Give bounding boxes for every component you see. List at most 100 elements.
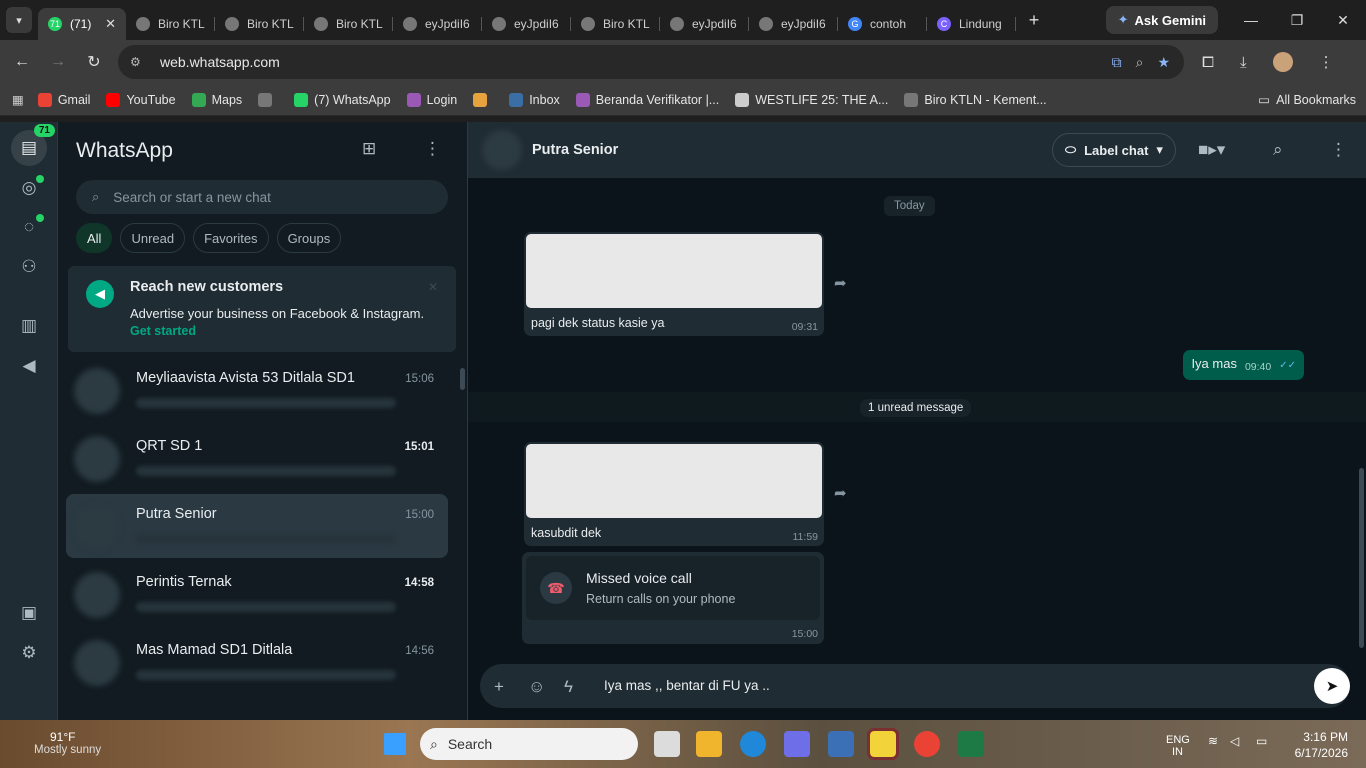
zoom-icon[interactable]: ⌕ (1136, 54, 1144, 71)
sticky-notes-icon[interactable] (867, 728, 899, 760)
file-explorer-icon[interactable] (696, 731, 722, 757)
battery-icon[interactable]: ▭ (1256, 734, 1267, 748)
forward-icon[interactable]: ➦ (834, 274, 847, 292)
quick-reply-icon[interactable]: ϟ (564, 677, 573, 697)
clock[interactable]: 3:16 PM 6/17/2026 (1295, 729, 1348, 761)
conversation-header[interactable]: Putra Senior (468, 122, 1366, 178)
wifi-icon[interactable]: ≋ (1208, 734, 1218, 748)
get-started-link[interactable]: Get started (130, 324, 196, 338)
tray-lang[interactable]: ENG IN (1166, 734, 1190, 758)
new-chat-icon[interactable]: ⊞ (362, 139, 376, 159)
chat-row[interactable]: Mas Mamad SD1 Ditlala 14:56 (66, 630, 448, 694)
ads-nav-icon[interactable]: ◀ (16, 353, 42, 379)
bookmark-item[interactable]: Maps (191, 92, 242, 107)
address-bar[interactable]: ⚙ web.whatsapp.com ⧉ ⌕ ★ (118, 45, 1184, 79)
weather-widget[interactable]: 91°F Mostly sunny (20, 730, 101, 756)
contact-avatar[interactable] (482, 130, 522, 170)
bookmark-star-icon[interactable]: ★ (1157, 54, 1170, 71)
edge-icon[interactable] (740, 731, 766, 757)
bookmark-item[interactable]: Login (406, 92, 457, 107)
back-button[interactable]: ← (4, 53, 40, 71)
close-tab-icon[interactable]: ✕ (105, 16, 116, 32)
close-icon[interactable]: ✕ (428, 280, 438, 294)
message-input[interactable]: Iya mas ,, bentar di FU ya .. (604, 678, 770, 693)
chat-row[interactable]: Meyliaavista Avista 53 Ditlala SD1 15:06 (66, 358, 448, 422)
message-input-box[interactable]: + ☺ ϟ Iya mas ,, bentar di FU ya .. (480, 664, 1350, 708)
conversation-scrollbar[interactable] (1359, 468, 1364, 648)
bookmark-item[interactable]: YouTube (106, 92, 176, 107)
browser-tab[interactable]: eyJpdiI6 (393, 8, 482, 40)
bookmark-item[interactable]: Inbox (509, 92, 560, 107)
missed-call-card[interactable]: ☎ Missed voice call Return calls on your… (526, 556, 820, 620)
chat-row[interactable]: QRT SD 1 15:01 (66, 426, 448, 490)
communities-nav-icon[interactable]: ⚇ (16, 254, 42, 280)
video-call-icon[interactable]: ■▸▾ (1198, 140, 1225, 160)
chrome-icon[interactable] (914, 731, 940, 757)
media-nav-icon[interactable]: ▣ (16, 600, 42, 626)
menu-icon[interactable]: ⋮ (424, 139, 441, 159)
bookmark-item[interactable]: Biro KTLN - Kement... (904, 92, 1047, 107)
browser-tab[interactable]: Biro KTL (304, 8, 393, 40)
filter-chip[interactable]: All (76, 223, 113, 253)
outgoing-message[interactable]: Iya mas 09:40 ✓✓ (1183, 350, 1304, 380)
extensions-icon[interactable]: ⧠ (1202, 54, 1214, 71)
bookmark-item[interactable]: (7) WhatsApp (294, 92, 391, 107)
chat-row[interactable]: Perintis Ternak 14:58 (66, 562, 448, 626)
browser-tab[interactable]: eyJpdiI6 (749, 8, 838, 40)
minimize-button[interactable]: — (1228, 12, 1274, 28)
label-chat-button[interactable]: ⬭ Label chat ▾ (1052, 133, 1176, 167)
search-input[interactable]: ⌕ Search or start a new chat (76, 180, 448, 214)
bookmark-item[interactable]: Beranda Verifikator |... (575, 92, 719, 107)
browser-tab[interactable]: eyJpdiI6 (660, 8, 749, 40)
browser-tab[interactable]: Biro KTL (571, 8, 660, 40)
excel-icon[interactable] (958, 731, 984, 757)
incoming-message[interactable]: kasubdit dek 11:59 (524, 442, 824, 546)
message-image[interactable] (526, 234, 822, 308)
all-bookmarks[interactable]: ▭ All Bookmarks (1258, 92, 1356, 108)
chat-row[interactable]: Putra Senior 15:00 (66, 494, 448, 558)
taskbar-search[interactable]: ⌕ Search (420, 728, 638, 760)
site-info-icon[interactable]: ⚙ (130, 55, 150, 69)
bookmark-item[interactable] (473, 92, 493, 107)
start-button[interactable] (384, 733, 406, 755)
promo-card[interactable]: ◀ Reach new customers Advertise your bus… (68, 266, 456, 352)
camera-icon[interactable] (828, 731, 854, 757)
downloads-icon[interactable]: ⤓ (1240, 54, 1247, 71)
new-tab-button[interactable]: + (1020, 6, 1048, 34)
maximize-button[interactable]: ❐ (1274, 12, 1320, 29)
apps-icon[interactable]: ▦ (12, 92, 24, 107)
browser-tab[interactable]: Gcontoh (838, 8, 927, 40)
chat-menu-icon[interactable]: ⋮ (1330, 140, 1347, 160)
copilot-icon[interactable] (784, 731, 810, 757)
incoming-message[interactable]: pagi dek status kasie ya 09:31 (524, 232, 824, 336)
channels-nav-icon[interactable]: ◌ (16, 214, 44, 240)
install-app-icon[interactable]: ⧉ (1112, 54, 1122, 71)
ask-gemini-button[interactable]: ✦ Ask Gemini (1105, 6, 1218, 34)
attach-plus-icon[interactable]: + (494, 677, 504, 697)
contact-name[interactable]: Putra Senior (532, 142, 618, 158)
tab-search-button[interactable]: ▾ (6, 7, 32, 33)
message-image[interactable] (526, 444, 822, 518)
close-window-button[interactable]: ✕ (1320, 12, 1366, 29)
search-messages-icon[interactable]: ⌕ (1273, 140, 1283, 160)
catalog-nav-icon[interactable]: ▥ (16, 313, 42, 339)
browser-tab[interactable]: 71 (71) ✕ (38, 8, 126, 40)
forward-button[interactable]: → (40, 53, 76, 71)
browser-tab[interactable]: Biro KTL (126, 8, 215, 40)
forward-icon[interactable]: ➦ (834, 484, 847, 502)
volume-icon[interactable]: ◁ (1230, 734, 1239, 748)
browser-tab[interactable]: C Lindung (927, 8, 1016, 40)
missed-call-message[interactable]: ☎ Missed voice call Return calls on your… (522, 552, 824, 644)
bookmark-item[interactable]: WESTLIFE 25: THE A... (735, 92, 888, 107)
task-view-icon[interactable] (654, 731, 680, 757)
sticker-icon[interactable]: ☺ (528, 677, 545, 697)
browser-tab[interactable]: eyJpdiI6 (482, 8, 571, 40)
send-button[interactable]: ➤ (1314, 668, 1350, 704)
filter-chip[interactable]: Unread (120, 223, 186, 253)
chats-nav-icon[interactable]: ▤ 71 (11, 124, 55, 166)
status-nav-icon[interactable]: ◎ (16, 175, 44, 201)
reload-button[interactable]: ↻ (76, 52, 112, 72)
settings-gear-icon[interactable]: ⚙ (16, 640, 42, 666)
bookmark-item[interactable]: Gmail (37, 92, 90, 107)
profile-avatar[interactable] (1272, 52, 1293, 72)
